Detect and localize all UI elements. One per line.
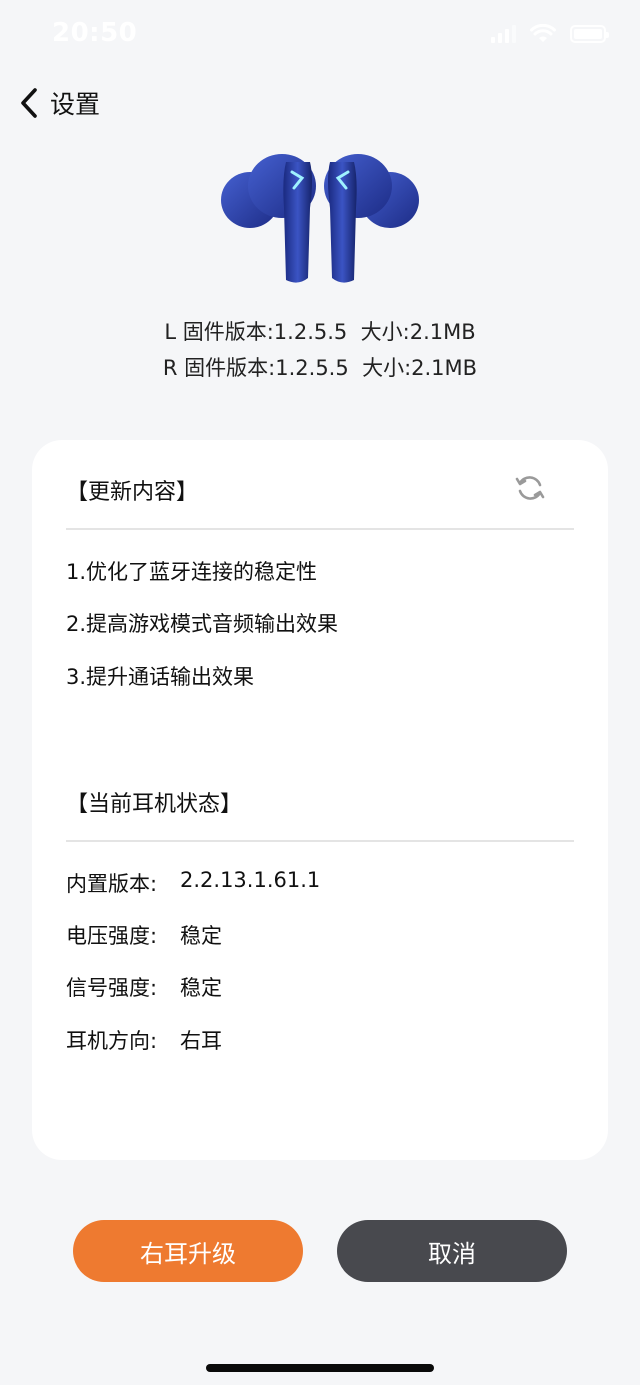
update-item: 3.提升通话输出效果 bbox=[66, 665, 255, 689]
battery-icon bbox=[570, 25, 609, 43]
status-row-voltage: 电压强度: 稳定 bbox=[66, 920, 222, 950]
firmware-right: R 固件版本:1.2.5.5 大小:2.1MB bbox=[162, 356, 478, 380]
refresh-icon[interactable] bbox=[514, 472, 546, 504]
back-label: 设置 bbox=[50, 90, 101, 119]
chevron-left-icon bbox=[21, 88, 37, 118]
divider bbox=[66, 840, 574, 842]
status-value: 稳定 bbox=[180, 924, 222, 948]
status-row-signal: 信号强度: 稳定 bbox=[66, 972, 222, 1002]
info-card: 【更新内容】 1.优化了蓝牙连接的稳定性 2.提高游戏模式音频输出效果 3.提升… bbox=[32, 440, 608, 1160]
back-button[interactable]: 设置 bbox=[18, 85, 100, 121]
status-value: 稳定 bbox=[180, 976, 222, 1000]
update-item: 2.提高游戏模式音频输出效果 bbox=[66, 612, 339, 636]
status-row-version: 内置版本: 2.2.13.1.61.1 bbox=[66, 868, 320, 898]
firmware-info: L 固件版本:1.2.5.5 大小:2.1MB R 固件版本:1.2.5.5 大… bbox=[0, 314, 640, 386]
status-icons bbox=[491, 24, 609, 44]
status-label: 内置版本: bbox=[66, 872, 158, 896]
cancel-button[interactable]: 取消 bbox=[337, 1220, 567, 1282]
status-time: 20:50 bbox=[52, 18, 138, 48]
status-section-title: 【当前耳机状态】 bbox=[66, 792, 243, 817]
status-row-direction: 耳机方向: 右耳 bbox=[66, 1025, 222, 1055]
status-label: 耳机方向: bbox=[66, 1029, 158, 1053]
home-indicator[interactable] bbox=[206, 1364, 434, 1372]
status-value: 右耳 bbox=[180, 1029, 222, 1053]
status-value: 2.2.13.1.61.1 bbox=[180, 868, 321, 892]
firmware-left: L 固件版本:1.2.5.5 大小:2.1MB bbox=[164, 320, 476, 344]
update-item: 1.优化了蓝牙连接的稳定性 bbox=[66, 560, 318, 584]
divider bbox=[66, 528, 574, 530]
signal-icon bbox=[491, 25, 516, 43]
nav-bar: 设置 bbox=[0, 78, 640, 128]
status-bar: 20:50 bbox=[0, 0, 640, 70]
wifi-icon bbox=[530, 24, 556, 42]
earbuds-image bbox=[221, 154, 419, 283]
update-section-title: 【更新内容】 bbox=[66, 480, 199, 505]
status-label: 信号强度: bbox=[66, 976, 158, 1000]
upgrade-button[interactable]: 右耳升级 bbox=[73, 1220, 303, 1282]
status-label: 电压强度: bbox=[66, 924, 158, 948]
